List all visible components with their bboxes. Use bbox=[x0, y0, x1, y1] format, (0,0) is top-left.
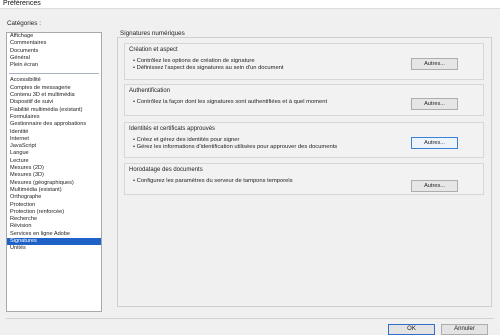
category-item-recherche[interactable]: Recherche bbox=[7, 216, 101, 223]
title-bar: Préférences bbox=[0, 0, 500, 9]
group-bullets: Créez et gérez des identités pour signer… bbox=[133, 137, 338, 151]
category-item-mesures-3d[interactable]: Mesures (3D) bbox=[7, 172, 101, 179]
categories-divider bbox=[9, 73, 99, 75]
group-title: Authentification bbox=[129, 88, 171, 94]
group-bullets: Contrôlez la façon dont les signatures s… bbox=[133, 99, 327, 106]
footer-divider bbox=[6, 318, 494, 319]
category-item-multimedia-existant[interactable]: Multimédia (existant) bbox=[7, 187, 101, 194]
window-title: Préférences bbox=[3, 0, 41, 7]
categories-list[interactable]: Affichage Commentaires Documents Général Ple… bbox=[6, 32, 102, 312]
category-item-mesures-2d[interactable]: Mesures (2D) bbox=[7, 165, 101, 172]
category-item-javascript[interactable]: JavaScript bbox=[7, 143, 101, 150]
category-item-affichage[interactable]: Affichage bbox=[7, 33, 101, 40]
group-authentication: Authentification Contrôlez la façon dont… bbox=[124, 84, 484, 116]
category-item-mesures-geographiques[interactable]: Mesures (géographiques) bbox=[7, 180, 101, 187]
category-item-signatures[interactable]: Signatures bbox=[7, 238, 101, 246]
timestamp-more-button[interactable]: Autres... bbox=[411, 180, 458, 192]
category-item-services-en-ligne-adobe[interactable]: Services en ligne Adobe bbox=[7, 231, 101, 238]
group-timestamping: Horodatage des documents Configurez les … bbox=[124, 163, 484, 195]
ok-button[interactable]: OK bbox=[388, 324, 435, 335]
category-item-general[interactable]: Général bbox=[7, 55, 101, 62]
categories-group-primary: Affichage Commentaires Documents Général Ple… bbox=[7, 33, 101, 69]
creation-more-button[interactable]: Autres... bbox=[411, 58, 458, 70]
identities-more-button[interactable]: Autres... bbox=[411, 137, 458, 149]
category-item-formulaires[interactable]: Formulaires bbox=[7, 114, 101, 121]
bullet-item: Gérez les informations d'identification … bbox=[133, 144, 338, 151]
category-item-revision[interactable]: Révision bbox=[7, 223, 101, 230]
category-item-accessibilite[interactable]: Accessibilité bbox=[7, 77, 101, 84]
category-item-protection[interactable]: Protection bbox=[7, 202, 101, 209]
categories-group-secondary: Accessibilité Comptes de messagerie Conten… bbox=[7, 77, 101, 252]
category-item-comptes-de-messagerie[interactable]: Comptes de messagerie bbox=[7, 85, 101, 92]
group-bullets: Configurez les paramètres du serveur de … bbox=[133, 178, 293, 185]
bullet-item: Contrôlez la façon dont les signatures s… bbox=[133, 99, 327, 106]
category-item-internet[interactable]: Internet bbox=[7, 136, 101, 143]
category-item-documents[interactable]: Documents bbox=[7, 48, 101, 55]
category-item-commentaires[interactable]: Commentaires bbox=[7, 40, 101, 47]
bullet-item: Définissez l'aspect des signatures au se… bbox=[133, 65, 284, 72]
bullet-item: Configurez les paramètres du serveur de … bbox=[133, 178, 293, 185]
category-item-lecture[interactable]: Lecture bbox=[7, 158, 101, 165]
group-title: Création et aspect bbox=[129, 47, 178, 53]
group-bullets: Contrôlez les options de création de sig… bbox=[133, 58, 284, 72]
category-item-identite[interactable]: Identité bbox=[7, 129, 101, 136]
group-title: Horodatage des documents bbox=[129, 167, 203, 173]
category-item-dispositif-de-suivi[interactable]: Dispositif de suivi bbox=[7, 99, 101, 106]
category-item-fiabilite-multimedia-existant[interactable]: Fiabilité multimédia (existant) bbox=[7, 107, 101, 114]
category-item-contenu-3d-et-multimedia[interactable]: Contenu 3D et multimédia bbox=[7, 92, 101, 99]
category-item-gestionnaire-des-approbations[interactable]: Gestionnaire des approbations bbox=[7, 121, 101, 128]
group-title: Identités et certificats approuvés bbox=[129, 126, 216, 132]
category-item-unites[interactable]: Unités bbox=[7, 245, 101, 252]
cancel-button[interactable]: Annuler bbox=[441, 324, 488, 335]
category-item-orthographe[interactable]: Orthographe bbox=[7, 194, 101, 201]
category-item-plein-ecran[interactable]: Plein écran bbox=[7, 62, 101, 69]
bullet-item: Contrôlez les options de création de sig… bbox=[133, 58, 284, 65]
category-item-langue[interactable]: Langue bbox=[7, 150, 101, 157]
bullet-item: Créez et gérez des identités pour signer bbox=[133, 137, 337, 144]
section-title: Signatures numériques bbox=[120, 30, 185, 37]
group-creation-appearance: Création et aspect Contrôlez les options… bbox=[124, 43, 484, 80]
categories-label: Catégories : bbox=[7, 20, 41, 27]
category-item-protection-renforcee[interactable]: Protection (renforcée) bbox=[7, 209, 101, 216]
group-identities-certificates: Identités et certificats approuvés Créez… bbox=[124, 122, 484, 158]
authentication-more-button[interactable]: Autres... bbox=[411, 98, 458, 110]
